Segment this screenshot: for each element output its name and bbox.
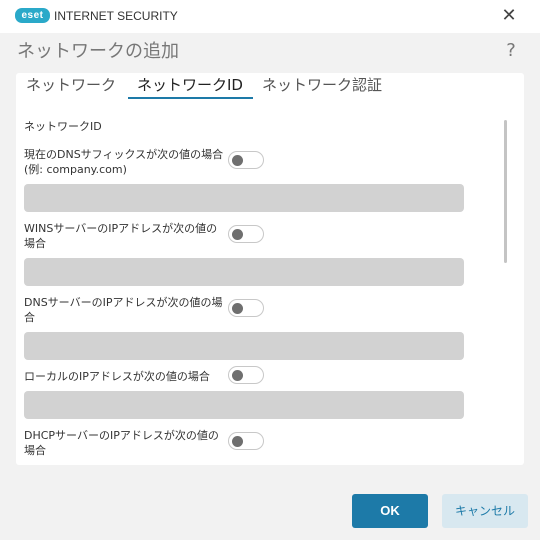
dns-suffix-toggle[interactable]	[228, 151, 264, 169]
wins-server-input[interactable]	[24, 258, 464, 286]
tab-bar: ネットワーク ネットワークID ネットワーク認証	[16, 73, 524, 101]
wins-server-toggle[interactable]	[228, 225, 264, 243]
dns-suffix-input[interactable]	[24, 184, 464, 212]
vertical-scrollbar[interactable]	[504, 120, 507, 263]
local-ip-input[interactable]	[24, 391, 464, 419]
toggle-knob	[232, 435, 243, 447]
local-ip-label: ローカルのIPアドレスが次の値の場合	[24, 370, 210, 383]
active-tab-indicator	[128, 97, 253, 99]
toggle-knob	[232, 228, 243, 240]
product-name: INTERNET SECURITY	[54, 9, 178, 23]
dns-server-input[interactable]	[24, 332, 464, 360]
dns-server-label: DNSサーバーのIPアドレスが次の値の場合	[24, 296, 223, 324]
tab-network[interactable]: ネットワーク	[26, 74, 116, 98]
ok-button[interactable]: OK	[352, 494, 428, 528]
dhcp-server-toggle[interactable]	[228, 432, 264, 450]
toggle-knob	[232, 154, 243, 166]
eset-logo: eset	[15, 8, 50, 23]
dns-server-toggle[interactable]	[228, 299, 264, 317]
dns-suffix-label: 現在のDNSサフィックスが次の値の場合 (例: company.com)	[24, 148, 224, 176]
tab-network-auth[interactable]: ネットワーク認証	[262, 74, 382, 98]
dialog-title: ネットワークの追加	[17, 41, 179, 62]
section-title: ネットワークID	[24, 120, 102, 133]
tab-network-id[interactable]: ネットワークID	[137, 74, 243, 98]
toggle-knob	[232, 302, 243, 314]
local-ip-toggle[interactable]	[228, 366, 264, 384]
cancel-button[interactable]: キャンセル	[442, 494, 528, 528]
wins-server-label: WINSサーバーのIPアドレスが次の値の場合	[24, 222, 218, 250]
title-bar: eset INTERNET SECURITY ✕	[0, 0, 540, 33]
dhcp-server-label: DHCPサーバーのIPアドレスが次の値の場合	[24, 429, 219, 457]
content-panel: ネットワーク ネットワークID ネットワーク認証 ネットワークID 現在のDNS…	[16, 73, 524, 465]
close-icon[interactable]: ✕	[496, 4, 522, 30]
toggle-knob	[232, 369, 243, 381]
help-icon[interactable]: ?	[503, 40, 519, 62]
